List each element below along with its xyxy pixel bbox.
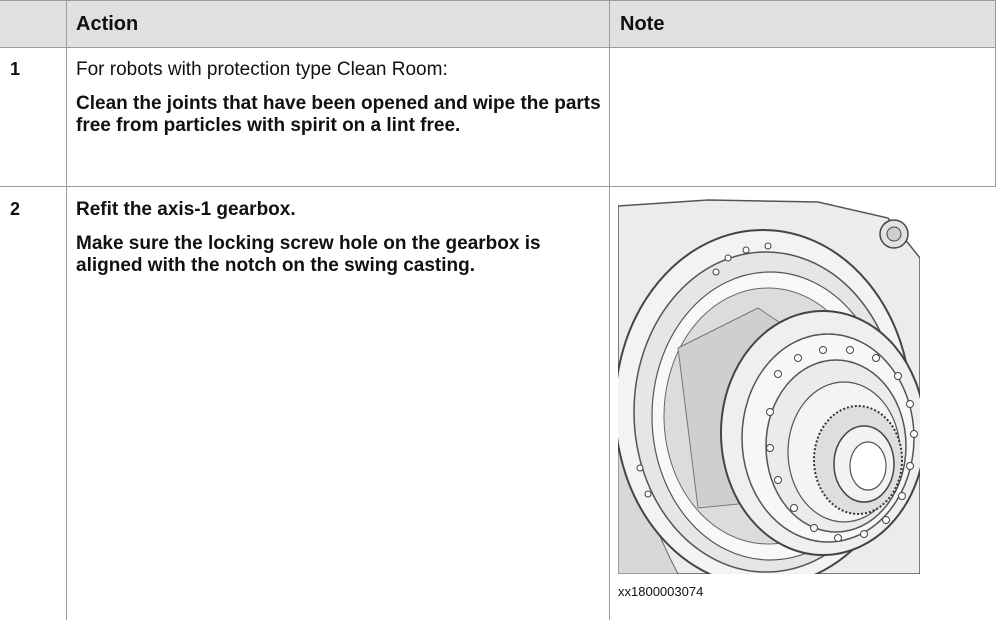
column-header-note: Note: [620, 13, 665, 35]
step-line: For robots with protection type Clean Ro…: [76, 59, 448, 80]
step-line: Clean the joints that have been opened a…: [76, 93, 601, 136]
step-text: For robots with protection type Clean Ro…: [76, 59, 606, 137]
step-number: 1: [10, 59, 21, 79]
gearbox-illustration: [618, 198, 920, 574]
step-line: Refit the axis-1 gearbox.: [76, 199, 296, 220]
step-number: 2: [10, 199, 21, 219]
figure-caption: xx1800003074: [618, 584, 704, 599]
table-header: Action Note: [0, 0, 996, 48]
step-line: Make sure the locking screw hole on the …: [76, 233, 541, 276]
step-text: Refit the axis-1 gearbox. Make sure the …: [76, 199, 606, 277]
instruction-table: Action Note 1 For robots with protection…: [0, 0, 996, 620]
column-divider: [66, 0, 67, 620]
row-divider: [0, 186, 996, 187]
column-header-action: Action: [76, 13, 139, 35]
column-divider: [609, 0, 610, 620]
